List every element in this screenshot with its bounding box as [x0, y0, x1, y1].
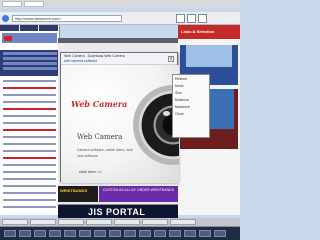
menu-item[interactable]: Minimize: [175, 98, 207, 102]
link[interactable]: [3, 129, 56, 131]
link[interactable]: [3, 136, 56, 138]
link[interactable]: [3, 171, 56, 173]
link[interactable]: [3, 164, 56, 166]
minimize-button[interactable]: [176, 14, 185, 23]
tab-2[interactable]: [24, 1, 44, 7]
web-camera-banner: Web Camera Web Camera Camera software, o…: [61, 65, 179, 183]
left-browser-page: [0, 25, 60, 215]
left-page-tabs: [0, 25, 60, 31]
taskbar-button[interactable]: [170, 219, 196, 225]
web-camera-description: Camera software, online video, web cam s…: [77, 148, 133, 158]
web-camera-heading: Web Camera: [77, 133, 123, 141]
portal-logo: JIS PORTAL: [88, 207, 146, 217]
menu-item[interactable]: Size: [175, 91, 207, 95]
taskbar-app-icon[interactable]: [34, 230, 46, 237]
context-menu: Restore Move Size Minimize Maximize Clos…: [172, 74, 210, 138]
link[interactable]: [3, 143, 56, 145]
maximize-button[interactable]: [187, 14, 196, 23]
taskbar-app-icon[interactable]: [4, 230, 16, 237]
taskbar-app-icon[interactable]: [214, 230, 226, 237]
taskbar-app-icon[interactable]: [109, 230, 121, 237]
link[interactable]: [3, 108, 56, 110]
link[interactable]: [3, 192, 56, 194]
taskbar-button[interactable]: [30, 219, 56, 225]
top-strip: [0, 0, 240, 8]
link[interactable]: [3, 157, 56, 159]
taskbar-button[interactable]: [2, 219, 28, 225]
web-camera-window: Web Camera - Download Web Camera web cam…: [60, 52, 179, 183]
menu-item[interactable]: Maximize: [175, 105, 207, 109]
menu-item[interactable]: Move: [175, 84, 207, 88]
taskbar-app-icon[interactable]: [169, 230, 181, 237]
menu-item[interactable]: Close: [175, 112, 207, 116]
link[interactable]: [3, 185, 56, 187]
more-link[interactable]: click here >>: [79, 169, 102, 174]
taskbar-app-icon[interactable]: [19, 230, 31, 237]
custom-wristbands-ad[interactable]: CUSTOM AS ALL BY ORDER WRISTBANDS: [99, 186, 178, 202]
left-page-links: [3, 80, 56, 213]
tab-1[interactable]: [2, 1, 22, 7]
taskbar-app-icon[interactable]: [139, 230, 151, 237]
left-page-header: [2, 33, 57, 43]
window-titlebar[interactable]: Web Camera - Download Web Camera web cam…: [61, 53, 177, 65]
right-page-header: Links & Selection: [178, 25, 240, 39]
link[interactable]: [3, 101, 56, 103]
link[interactable]: [3, 80, 56, 82]
taskbar-app-icon[interactable]: [154, 230, 166, 237]
left-page-nav: [0, 50, 60, 76]
ad-row: WRISTBANDS CUSTOM AS ALL BY ORDER WRISTB…: [58, 186, 178, 202]
browser-icon: [2, 15, 9, 22]
taskbar-app-icon[interactable]: [64, 230, 76, 237]
taskbar-app-icon[interactable]: [184, 230, 196, 237]
window-subtitle: web camera software: [64, 59, 98, 63]
address-bar: http://www.bestvmm.com/: [0, 12, 240, 25]
taskbar-button[interactable]: [142, 219, 168, 225]
portal-banner[interactable]: JIS PORTAL: [58, 204, 178, 218]
link[interactable]: [3, 122, 56, 124]
close-button[interactable]: [198, 14, 207, 23]
link[interactable]: [3, 115, 56, 117]
wristbands-ad[interactable]: WRISTBANDS: [58, 186, 98, 202]
taskbar: [0, 218, 240, 240]
taskbar-app-icon[interactable]: [124, 230, 136, 237]
window-title: Web Camera - Download Web Camera: [64, 54, 125, 58]
link[interactable]: [3, 94, 56, 96]
taskbar-button[interactable]: [58, 219, 84, 225]
link[interactable]: [3, 150, 56, 152]
taskbar-app-icon[interactable]: [199, 230, 211, 237]
web-camera-logo: Web Camera: [71, 99, 128, 109]
address-input[interactable]: http://www.bestvmm.com/: [12, 15, 122, 22]
taskbar-app-icon[interactable]: [94, 230, 106, 237]
link[interactable]: [3, 199, 56, 201]
taskbar-app-icon[interactable]: [79, 230, 91, 237]
menu-item[interactable]: Restore: [175, 77, 207, 81]
link[interactable]: [3, 178, 56, 180]
link[interactable]: [3, 87, 56, 89]
link[interactable]: [3, 206, 56, 208]
taskbar-button[interactable]: [114, 219, 140, 225]
close-icon[interactable]: x: [168, 56, 174, 62]
taskbar-button[interactable]: [86, 219, 112, 225]
taskbar-app-icon[interactable]: [49, 230, 61, 237]
